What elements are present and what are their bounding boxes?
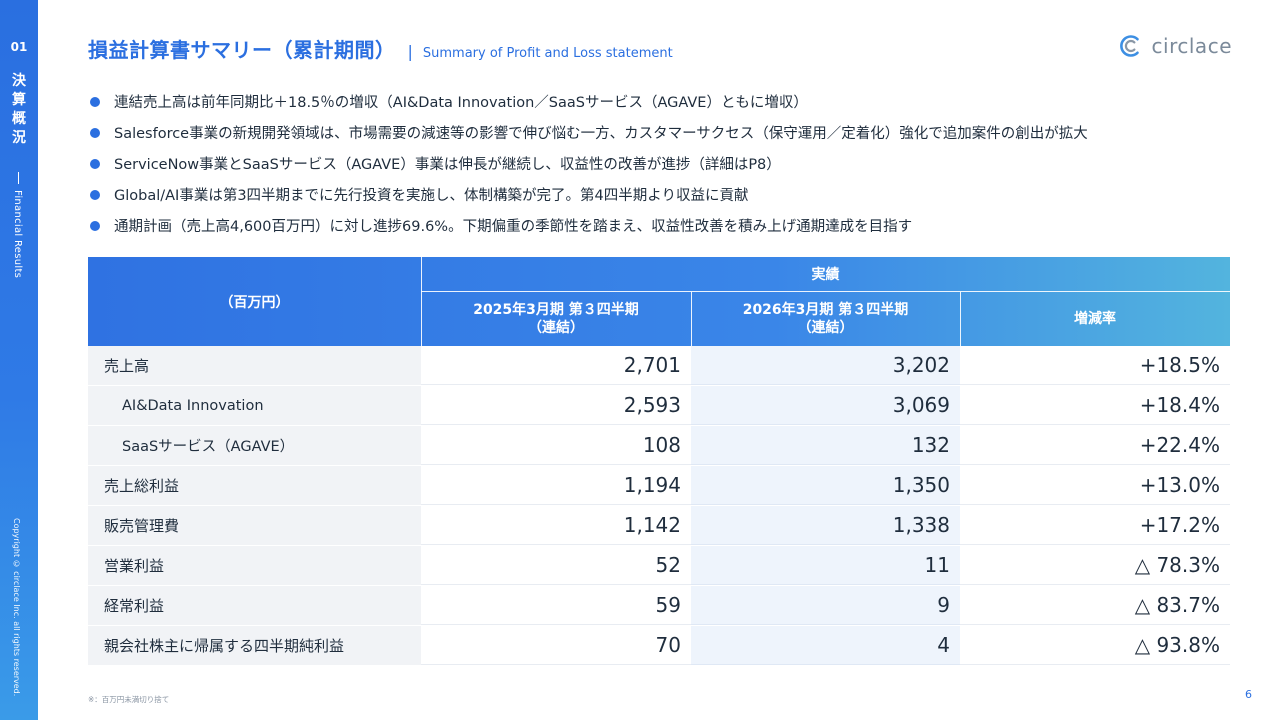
bullet-item: Global/AI事業は第3四半期までに先行投資を実施し、体制構築が完了。第4四… xyxy=(90,179,1250,210)
section-title-char: 決 xyxy=(12,73,26,89)
cell-rate: +22.4% xyxy=(960,426,1230,465)
cell-curr: 1,350 xyxy=(691,466,960,505)
bullet-item: Salesforce事業の新規開発領域は、市場需要の減速等の影響で伸び悩む一方、… xyxy=(90,117,1250,148)
bullet-item: ServiceNow事業とSaaSサービス（AGAVE）事業は伸長が継続し、収益… xyxy=(90,148,1250,179)
row-label: 売上総利益 xyxy=(88,466,421,505)
row-label: 売上高 xyxy=(88,346,421,385)
cell-prev: 2,593 xyxy=(421,386,691,425)
column-header-rate: 増減率 xyxy=(960,292,1230,346)
title-separator: | xyxy=(407,42,413,61)
copyright-text: Copyright © circlace Inc. all rights res… xyxy=(12,518,21,697)
table-row: SaaSサービス（AGAVE） 108 132 +22.4% xyxy=(88,426,1230,466)
cell-prev: 1,142 xyxy=(421,506,691,545)
cell-curr: 9 xyxy=(691,586,960,625)
section-title-char: 算 xyxy=(12,92,26,108)
cell-prev: 59 xyxy=(421,586,691,625)
circlace-logo-icon xyxy=(1119,35,1139,57)
bullet-dot-icon xyxy=(90,189,100,200)
section-sidebar: 01 決 算 概 況 Financial Results Copyright ©… xyxy=(0,0,38,720)
row-label: 親会社株主に帰属する四半期純利益 xyxy=(88,626,421,665)
company-logo: circlace xyxy=(1118,33,1232,59)
row-label: 経常利益 xyxy=(88,586,421,625)
cell-rate: +18.5% xyxy=(960,346,1230,385)
bullet-text: Salesforce事業の新規開発領域は、市場需要の減速等の影響で伸び悩む一方、… xyxy=(114,126,1088,142)
table-row: 売上高 2,701 3,202 +18.5% xyxy=(88,346,1230,386)
page-title: 損益計算書サマリー（累計期間） | Summary of Profit and … xyxy=(88,34,673,63)
cell-prev: 2,701 xyxy=(421,346,691,385)
bullet-item: 連結売上高は前年同期比＋18.5％の増収（AI&Data Innovation／… xyxy=(90,86,1250,117)
section-title-char: 概 xyxy=(12,111,26,127)
row-label: AI&Data Innovation xyxy=(88,386,421,425)
cell-rate: △ 93.8% xyxy=(960,626,1230,665)
row-label: 販売管理費 xyxy=(88,506,421,545)
table-row: AI&Data Innovation 2,593 3,069 +18.4% xyxy=(88,386,1230,426)
row-label: 営業利益 xyxy=(88,546,421,585)
cell-rate: △ 83.7% xyxy=(960,586,1230,625)
cell-rate: △ 78.3% xyxy=(960,546,1230,585)
cell-curr: 1,338 xyxy=(691,506,960,545)
row-label: SaaSサービス（AGAVE） xyxy=(88,426,421,465)
bullet-dot-icon xyxy=(90,96,100,107)
pl-summary-table: （百万円） 実績 2025年3月期 第３四半期 （連結） 2026年3月期 第３… xyxy=(88,257,1230,666)
bullet-text: 通期計画（売上高4,600百万円）に対し進捗69.6%。下期偏重の季節性を踏まえ… xyxy=(114,219,913,235)
section-title-jp: 決 算 概 況 xyxy=(0,72,38,148)
section-title-en: Financial Results xyxy=(12,190,23,279)
cell-curr: 3,069 xyxy=(691,386,960,425)
page-title-jp: 損益計算書サマリー（累計期間） xyxy=(88,38,396,62)
cell-curr: 4 xyxy=(691,626,960,665)
bullet-text: Global/AI事業は第3四半期までに先行投資を実施し、体制構築が完了。第4四… xyxy=(114,188,749,204)
column-header-curr: 2026年3月期 第３四半期 （連結） xyxy=(691,292,960,346)
table-row: 売上総利益 1,194 1,350 +13.0% xyxy=(88,466,1230,506)
bullet-text: 連結売上高は前年同期比＋18.5％の増収（AI&Data Innovation／… xyxy=(114,95,808,111)
cell-prev: 52 xyxy=(421,546,691,585)
cell-rate: +18.4% xyxy=(960,386,1230,425)
bullet-text: ServiceNow事業とSaaSサービス（AGAVE）事業は伸長が継続し、収益… xyxy=(114,157,781,173)
column-header-line: 2025年3月期 第３四半期 xyxy=(473,302,639,318)
cell-rate: +13.0% xyxy=(960,466,1230,505)
section-title-char: 況 xyxy=(12,130,26,146)
column-header-line: （連結） xyxy=(528,320,584,336)
unit-label: （百万円） xyxy=(219,294,290,311)
table-row: 親会社株主に帰属する四半期純利益 70 4 △ 93.8% xyxy=(88,626,1230,666)
page-title-en: Summary of Profit and Loss statement xyxy=(422,46,673,61)
column-header-line: 2026年3月期 第３四半期 xyxy=(742,302,909,318)
cell-curr: 11 xyxy=(691,546,960,585)
page-number: 6 xyxy=(1245,688,1252,701)
column-header-line: 増減率 xyxy=(1074,311,1116,327)
cell-rate: +17.2% xyxy=(960,506,1230,545)
summary-bullets: 連結売上高は前年同期比＋18.5％の増収（AI&Data Innovation／… xyxy=(90,86,1250,241)
bullet-dot-icon xyxy=(90,127,100,138)
bullet-item: 通期計画（売上高4,600百万円）に対し進捗69.6%。下期偏重の季節性を踏まえ… xyxy=(90,210,1250,241)
table-row: 営業利益 52 11 △ 78.3% xyxy=(88,546,1230,586)
table-row: 販売管理費 1,142 1,338 +17.2% xyxy=(88,506,1230,546)
bullet-dot-icon xyxy=(90,158,100,169)
section-number: 01 xyxy=(10,40,28,54)
section-divider xyxy=(18,172,19,184)
column-header-line: （連結） xyxy=(797,320,854,336)
cell-curr: 3,202 xyxy=(691,346,960,385)
column-header-prev: 2025年3月期 第３四半期 （連結） xyxy=(421,292,691,346)
logo-wordmark: circlace xyxy=(1151,34,1232,58)
footnote: ※：百万円未満切り捨て xyxy=(88,695,170,704)
cell-prev: 70 xyxy=(421,626,691,665)
results-group-label: 実績 xyxy=(811,267,840,283)
bullet-dot-icon xyxy=(90,220,100,231)
cell-prev: 1,194 xyxy=(421,466,691,505)
table-row: 経常利益 59 9 △ 83.7% xyxy=(88,586,1230,626)
cell-prev: 108 xyxy=(421,426,691,465)
cell-curr: 132 xyxy=(691,426,960,465)
table-header: （百万円） 実績 2025年3月期 第３四半期 （連結） 2026年3月期 第３… xyxy=(88,257,1230,346)
